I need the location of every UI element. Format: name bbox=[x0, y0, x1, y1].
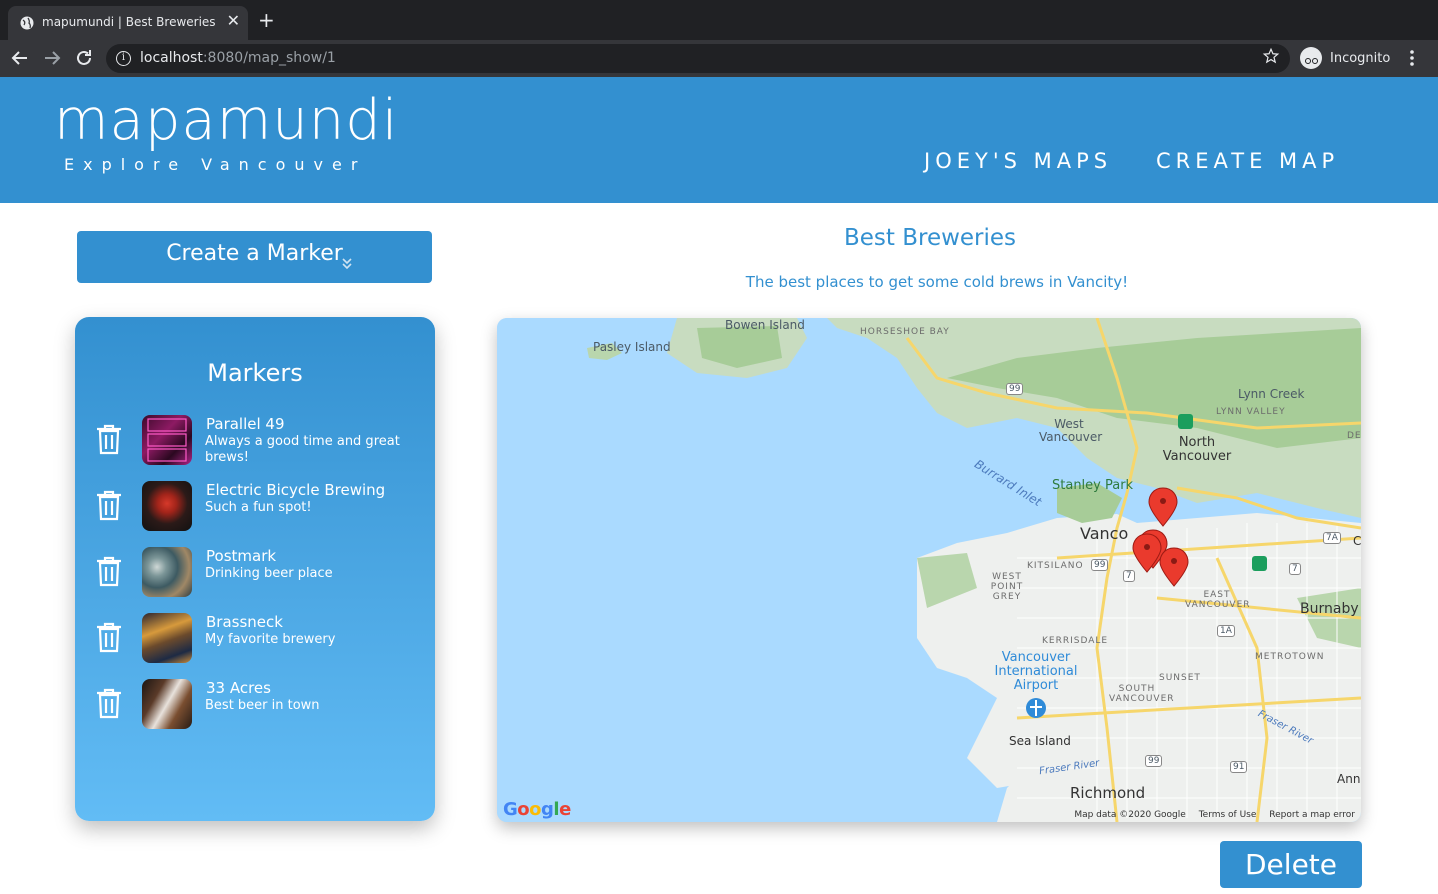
marker-name[interactable]: Brassneck bbox=[206, 613, 283, 631]
marker-item: Electric Bicycle Brewing Such a fun spot… bbox=[75, 481, 435, 537]
bookmark-star-icon[interactable] bbox=[1262, 47, 1280, 65]
map-label-vancouver: Vanco bbox=[1080, 524, 1129, 543]
map-data-credit: Map data ©2020 Google bbox=[1074, 810, 1186, 820]
browser-tab-bar: mapumundi | Best Breweries ✕ + bbox=[0, 0, 1438, 40]
map-label-kerrisdale: KERRISDALE bbox=[1042, 636, 1109, 646]
forward-icon[interactable] bbox=[40, 46, 64, 70]
marker-item: Parallel 49 Always a good time and great… bbox=[75, 415, 435, 471]
marker-item: 33 Acres Best beer in town bbox=[75, 679, 435, 735]
site-header: mapamundi Explore Vancouver JOEY'S MAPS … bbox=[0, 77, 1438, 203]
nav-create-map[interactable]: CREATE MAP bbox=[1156, 149, 1339, 173]
map-label-east-vancouver: EAST VANCOUVER bbox=[1185, 590, 1251, 610]
map-label-deep: DEE bbox=[1347, 431, 1361, 441]
create-marker-label: Create a Marker bbox=[166, 241, 343, 266]
reload-icon[interactable] bbox=[72, 46, 96, 70]
marker-description: My favorite brewery bbox=[205, 632, 336, 647]
map-attribution: Map data ©2020 Google Terms of Use Repor… bbox=[1064, 810, 1355, 820]
trash-icon[interactable] bbox=[95, 489, 123, 521]
map-description: The best places to get some cold brews i… bbox=[745, 273, 1129, 291]
highway-shield: 91 bbox=[1230, 761, 1248, 773]
highway-shield: 7 bbox=[1289, 563, 1301, 575]
marker-thumbnail bbox=[142, 547, 192, 597]
marker-description: Always a good time and great brews! bbox=[205, 434, 400, 465]
map-view[interactable]: Bowen Island Pasley Island HORSESHOE BAY… bbox=[497, 318, 1361, 822]
highway-shield: 7 bbox=[1123, 570, 1135, 582]
trash-icon[interactable] bbox=[95, 687, 123, 719]
incognito-indicator[interactable]: Incognito bbox=[1300, 46, 1390, 70]
highway-shield: 1A bbox=[1217, 625, 1235, 637]
marker-item: Brassneck My favorite brewery bbox=[75, 613, 435, 669]
map-label-lynn-valley: LYNN VALLEY bbox=[1216, 407, 1286, 417]
back-icon[interactable] bbox=[8, 46, 32, 70]
create-marker-button[interactable]: Create a Marker bbox=[77, 231, 432, 283]
map-label-bowen: Bowen Island bbox=[725, 318, 805, 332]
new-tab-icon[interactable]: + bbox=[258, 9, 275, 31]
marker-name[interactable]: Parallel 49 bbox=[206, 415, 285, 433]
marker-description: Best beer in town bbox=[205, 698, 320, 713]
brand-logo[interactable]: mapamundi bbox=[54, 89, 398, 153]
map-label-south-vancouver: SOUTH VANCOUVER bbox=[1109, 684, 1175, 704]
map-label-ann: Ann bbox=[1337, 772, 1361, 786]
marker-thumbnail bbox=[142, 481, 192, 531]
map-label-sea-island: Sea Island bbox=[1009, 734, 1071, 748]
incognito-icon bbox=[1300, 47, 1322, 69]
trash-icon[interactable] bbox=[95, 621, 123, 653]
marker-description: Such a fun spot! bbox=[205, 500, 312, 515]
map-label-west-point-grey: WEST POINT GREY bbox=[990, 572, 1024, 602]
browser-toolbar: i localhost:8080/map_show/1 Incognito bbox=[0, 40, 1438, 77]
delete-button[interactable]: Delete bbox=[1220, 841, 1362, 888]
map-label-burnaby: Burnaby bbox=[1300, 601, 1359, 617]
markers-panel: Markers Parallel 49 Always a good time a… bbox=[75, 317, 435, 821]
map-canvas[interactable] bbox=[497, 318, 1361, 822]
double-chevron-down-icon bbox=[342, 258, 352, 270]
map-label-yvr: Vancouver International Airport bbox=[994, 650, 1078, 693]
google-logo[interactable]: Google bbox=[503, 799, 571, 820]
globe-icon bbox=[20, 16, 34, 30]
terms-of-use-link[interactable]: Terms of Use bbox=[1199, 810, 1257, 820]
highway-shield: 99 bbox=[1006, 383, 1024, 395]
map-label-north-vancouver: North Vancouver bbox=[1162, 435, 1232, 464]
map-label-kitsilano: KITSILANO bbox=[1027, 561, 1084, 571]
report-error-link[interactable]: Report a map error bbox=[1269, 810, 1355, 820]
info-icon[interactable]: i bbox=[116, 51, 131, 66]
marker-thumbnail bbox=[142, 679, 192, 729]
highway-shield: 99 bbox=[1145, 755, 1163, 767]
map-label-richmond: Richmond bbox=[1070, 784, 1146, 802]
address-bar[interactable]: i localhost:8080/map_show/1 bbox=[106, 44, 1290, 73]
marker-description: Drinking beer place bbox=[205, 566, 333, 581]
marker-name[interactable]: Postmark bbox=[206, 547, 276, 565]
marker-name[interactable]: 33 Acres bbox=[206, 679, 271, 697]
map-label-metrotown: METROTOWN bbox=[1255, 652, 1325, 662]
map-title: Best Breweries bbox=[843, 225, 1017, 251]
marker-thumbnail bbox=[142, 415, 192, 465]
map-label-stanley-park: Stanley Park bbox=[1052, 478, 1134, 493]
url-text: localhost:8080/map_show/1 bbox=[140, 50, 336, 66]
trash-icon[interactable] bbox=[95, 555, 123, 587]
highway-shield: 7A bbox=[1323, 532, 1341, 544]
marker-item: Postmark Drinking beer place bbox=[75, 547, 435, 603]
trash-icon[interactable] bbox=[95, 423, 123, 455]
markers-title: Markers bbox=[207, 359, 303, 387]
browser-tab[interactable]: mapumundi | Best Breweries ✕ bbox=[8, 6, 248, 40]
incognito-label: Incognito bbox=[1330, 50, 1391, 66]
tab-title: mapumundi | Best Breweries bbox=[42, 15, 216, 29]
marker-name[interactable]: Electric Bicycle Brewing bbox=[206, 481, 385, 499]
highway-shield: 99 bbox=[1091, 559, 1109, 571]
map-label-west-vancouver: West Vancouver bbox=[1039, 417, 1103, 444]
map-label-sunset: SUNSET bbox=[1159, 673, 1201, 683]
vertical-dots-menu-icon[interactable] bbox=[1408, 46, 1416, 70]
brand-tagline: Explore Vancouver bbox=[64, 155, 367, 174]
map-label-pasley: Pasley Island bbox=[593, 340, 671, 354]
map-label-c: C bbox=[1353, 534, 1361, 548]
map-label-lynn-creek: Lynn Creek bbox=[1238, 387, 1305, 401]
marker-thumbnail bbox=[142, 613, 192, 663]
close-tab-icon[interactable]: ✕ bbox=[227, 11, 240, 31]
map-label-horseshoe: HORSESHOE BAY bbox=[860, 327, 950, 337]
nav-joeys-maps[interactable]: JOEY'S MAPS bbox=[924, 149, 1112, 173]
